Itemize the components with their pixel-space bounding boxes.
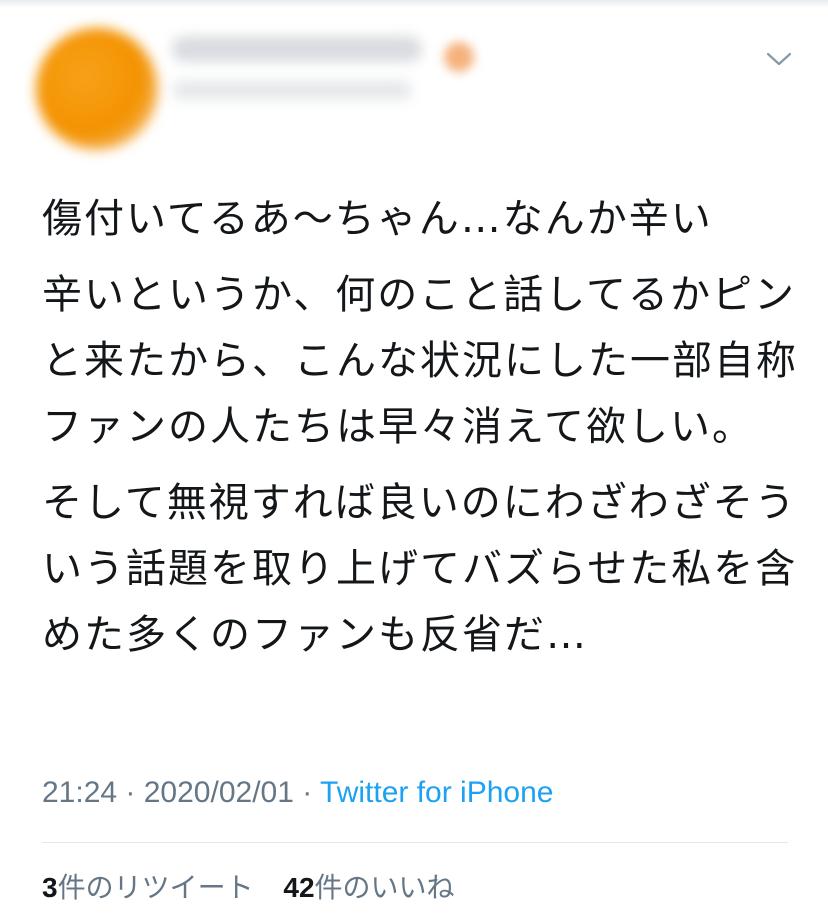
meta-separator: ·	[293, 776, 321, 809]
top-separator	[0, 0, 828, 8]
tweet-paragraph: 辛いというか、何のこと話してるかピンと来たから、こんな状況にした一部自称ファンの…	[42, 272, 798, 450]
tweet-menu-button[interactable]	[764, 44, 794, 74]
tweet-stats: 3件のリツイート 42件のいいね	[42, 866, 455, 906]
tweet-time[interactable]: 21:24	[42, 776, 117, 809]
avatar[interactable]	[36, 28, 158, 150]
likes-stat[interactable]: 42件のいいね	[283, 866, 454, 906]
retweets-stat[interactable]: 3件のリツイート	[42, 866, 254, 906]
author-badge-blurred	[444, 42, 474, 72]
chevron-down-icon	[766, 52, 792, 66]
likes-label: 件のいいね	[314, 872, 455, 903]
divider	[42, 842, 788, 843]
meta-separator: ·	[117, 776, 144, 809]
tweet-paragraph: 傷付いてるあ〜ちゃん…なんか辛い	[42, 196, 713, 242]
retweets-count: 3	[42, 872, 58, 903]
tweet-text: 傷付いてるあ〜ちゃん…なんか辛い 辛いというか、何のこと話してるかピンと来たから…	[42, 186, 802, 678]
tweet-date[interactable]: 2020/02/01	[144, 776, 294, 809]
author-handle-blurred[interactable]	[172, 80, 412, 100]
author-info[interactable]	[172, 36, 474, 100]
tweet-meta: 21:24 · 2020/02/01 · Twitter for iPhone	[42, 776, 553, 810]
tweet-source-link[interactable]: Twitter for iPhone	[320, 776, 553, 809]
author-name-blurred[interactable]	[172, 36, 422, 62]
tweet-paragraph: そして無視すれば良いのにわざわざそういう話題を取り上げてバズらせた私を含めた多く…	[42, 480, 798, 658]
likes-count: 42	[283, 872, 315, 903]
retweets-label: 件のリツイート	[57, 872, 254, 903]
